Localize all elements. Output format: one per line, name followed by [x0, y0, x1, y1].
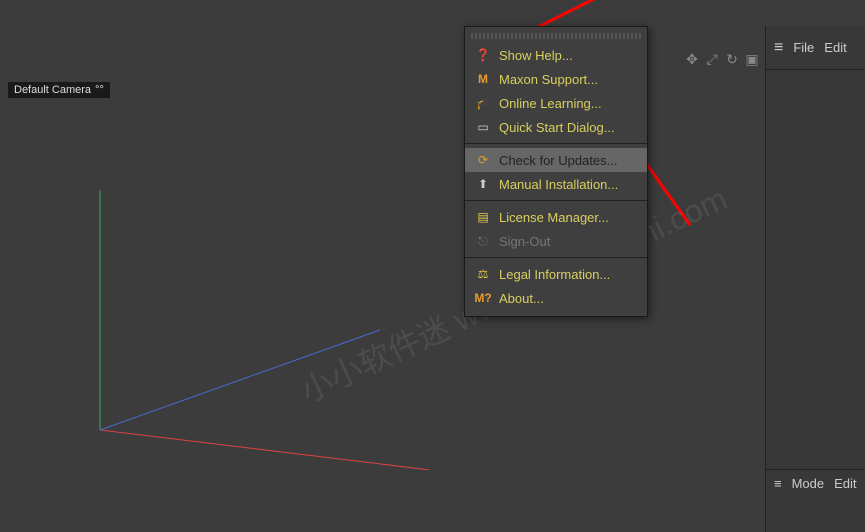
viewport[interactable]: [0, 0, 865, 532]
about-icon: M?: [475, 290, 491, 306]
axis-gizmo: [50, 190, 430, 470]
menu-license-manager[interactable]: ▤ License Manager...: [465, 205, 647, 229]
menu-show-help[interactable]: ❓ Show Help...: [465, 43, 647, 67]
menu-manual-install[interactable]: ⬆ Manual Installation...: [465, 172, 647, 196]
view-move-icon[interactable]: ✥: [683, 50, 701, 68]
side-panel: ≡ File Edit ≡ Mode Edit: [765, 26, 865, 532]
view-rotate-icon[interactable]: ↻: [723, 50, 741, 68]
menu-about[interactable]: M? About...: [465, 286, 647, 310]
side-mode[interactable]: Mode: [792, 476, 825, 491]
side-edit[interactable]: Edit: [824, 40, 846, 55]
menu-sign-out: ⎋ Sign-Out: [465, 229, 647, 253]
hamburger-icon[interactable]: ≡: [774, 39, 783, 57]
camera-icon: °°: [95, 84, 104, 96]
dialog-icon: ▭: [475, 119, 491, 135]
install-icon: ⬆: [475, 176, 491, 192]
menu-check-updates[interactable]: ⟳ Check for Updates...: [465, 148, 647, 172]
learning-icon: 🎓: [475, 95, 491, 111]
menu-maxon-support[interactable]: M Maxon Support...: [465, 67, 647, 91]
menu-online-learning[interactable]: 🎓 Online Learning...: [465, 91, 647, 115]
help-icon: ❓: [475, 47, 491, 63]
view-maximize-icon[interactable]: ▣: [743, 50, 761, 68]
license-icon: ▤: [475, 209, 491, 225]
dropdown-grip[interactable]: [471, 33, 641, 39]
menu-legal-info[interactable]: ⚖ Legal Information...: [465, 262, 647, 286]
view-zoom-icon[interactable]: ⤢: [703, 50, 721, 68]
legal-icon: ⚖: [475, 266, 491, 282]
menu-quick-start[interactable]: ▭ Quick Start Dialog...: [465, 115, 647, 139]
update-icon: ⟳: [475, 152, 491, 168]
side-edit2[interactable]: Edit: [834, 476, 856, 491]
viewport-controls: ✥ ⤢ ↻ ▣: [683, 50, 761, 68]
camera-label-text: Default Camera: [14, 84, 91, 96]
camera-label[interactable]: Default Camera °°: [8, 82, 110, 98]
object-manager[interactable]: [766, 70, 865, 470]
signout-icon: ⎋: [475, 233, 491, 249]
help-dropdown: ❓ Show Help... M Maxon Support... 🎓 Onli…: [464, 26, 648, 317]
maxon-icon: M: [475, 71, 491, 87]
side-file[interactable]: File: [793, 40, 814, 55]
hamburger-icon-2[interactable]: ≡: [774, 476, 782, 491]
